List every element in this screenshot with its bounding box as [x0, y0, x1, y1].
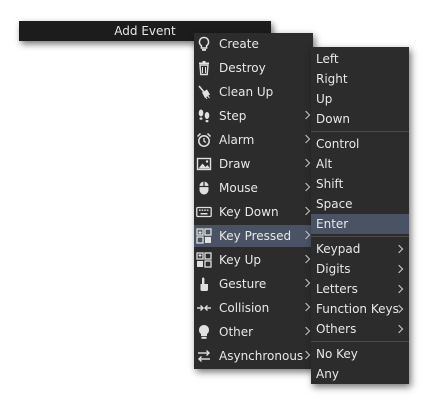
submenu-item-enter[interactable]: Enter [311, 214, 409, 234]
submenu-item-label: Down [316, 112, 351, 126]
submenu-item-label: Right [316, 72, 348, 86]
submenu-item-label: Alt [316, 157, 333, 171]
menu-item-label: Draw [219, 157, 251, 171]
menu-item-other[interactable]: Other [194, 321, 313, 343]
chevron-right-icon [301, 326, 311, 336]
swap-arrows-icon [196, 348, 212, 364]
menu-item-step[interactable]: Step [194, 105, 313, 127]
menu-item-label: Other [219, 325, 254, 339]
chevron-right-icon [301, 182, 311, 192]
chevron-right-icon [394, 284, 404, 294]
menu-item-gesture[interactable]: Gesture [194, 273, 313, 295]
footsteps-icon [196, 108, 212, 124]
bulb-outline-icon [196, 36, 212, 52]
submenu-item-label: No Key [316, 347, 358, 361]
menu-item-destroy[interactable]: Destroy [194, 57, 313, 79]
key-up-icon [196, 252, 212, 268]
key-pressed-submenu: Left Right Up Down Control Alt Shift Space Enter… [311, 47, 409, 384]
menu-item-label: Key Down [219, 205, 279, 219]
chevron-right-icon [394, 244, 404, 254]
submenu-item-shift[interactable]: Shift [311, 174, 409, 194]
menu-item-mouse[interactable]: Mouse [194, 177, 313, 199]
submenu-item-no-key[interactable]: No Key [311, 344, 409, 364]
menu-item-label: Asynchronous [219, 349, 304, 363]
submenu-item-keypad[interactable]: Keypad [311, 239, 409, 259]
chevron-right-icon [301, 110, 311, 120]
menu-item-label: Destroy [219, 61, 266, 75]
alarm-clock-icon [196, 132, 212, 148]
chevron-right-icon [394, 324, 404, 334]
menu-item-label: Alarm [219, 133, 255, 147]
chevron-right-icon [301, 230, 311, 240]
menu-item-draw[interactable]: Draw [194, 153, 313, 175]
submenu-item-label: Function Keys [316, 302, 399, 316]
submenu-item-any[interactable]: Any [311, 364, 409, 384]
submenu-item-label: Letters [316, 282, 358, 296]
event-type-menu: Create Destroy Clean Up Step Alarm Draw Mouse K… [194, 33, 313, 369]
menu-separator [311, 131, 409, 132]
menu-item-label: Collision [219, 301, 270, 315]
submenu-item-control[interactable]: Control [311, 134, 409, 154]
submenu-item-label: Up [316, 92, 333, 106]
chevron-right-icon [301, 158, 311, 168]
menu-item-asynchronous[interactable]: Asynchronous [194, 345, 313, 367]
chevron-right-icon [301, 254, 311, 264]
submenu-item-up[interactable]: Up [311, 89, 409, 109]
menu-item-create[interactable]: Create [194, 33, 313, 55]
trash-icon [196, 60, 212, 76]
keyboard-icon [196, 204, 212, 220]
submenu-item-down[interactable]: Down [311, 109, 409, 129]
menu-item-label: Create [219, 37, 259, 51]
submenu-item-label: Digits [316, 262, 351, 276]
submenu-item-space[interactable]: Space [311, 194, 409, 214]
menu-item-label: Gesture [219, 277, 267, 291]
submenu-item-left[interactable]: Left [311, 49, 409, 69]
submenu-item-label: Control [316, 137, 360, 151]
menu-item-clean-up[interactable]: Clean Up [194, 81, 313, 103]
collision-arrows-icon [196, 300, 212, 316]
menu-item-label: Mouse [219, 181, 258, 195]
submenu-item-label: Left [316, 52, 339, 66]
chevron-right-icon [301, 206, 311, 216]
key-pressed-icon [196, 228, 212, 244]
submenu-item-others[interactable]: Others [311, 319, 409, 339]
submenu-item-alt[interactable]: Alt [311, 154, 409, 174]
submenu-item-letters[interactable]: Letters [311, 279, 409, 299]
submenu-item-right[interactable]: Right [311, 69, 409, 89]
menu-item-label: Step [219, 109, 247, 123]
submenu-item-label: Shift [316, 177, 344, 191]
menu-item-label: Key Up [219, 253, 261, 267]
menu-separator [311, 341, 409, 342]
chevron-right-icon [301, 134, 311, 144]
menu-item-label: Key Pressed [219, 229, 292, 243]
menu-item-key-pressed[interactable]: Key Pressed [194, 225, 313, 247]
broom-icon [196, 84, 212, 100]
mouse-icon [196, 180, 212, 196]
menu-item-collision[interactable]: Collision [194, 297, 313, 319]
menu-item-key-up[interactable]: Key Up [194, 249, 313, 271]
image-icon [196, 156, 212, 172]
bulb-filled-icon [196, 324, 212, 340]
chevron-right-icon [394, 264, 404, 274]
submenu-item-digits[interactable]: Digits [311, 259, 409, 279]
menu-item-key-down[interactable]: Key Down [194, 201, 313, 223]
submenu-item-label: Enter [316, 217, 349, 231]
submenu-item-function-keys[interactable]: Function Keys [311, 299, 409, 319]
menu-item-label: Clean Up [219, 85, 274, 99]
submenu-item-label: Any [316, 367, 339, 381]
chevron-right-icon [301, 278, 311, 288]
chevron-right-icon [301, 302, 311, 312]
submenu-item-label: Others [316, 322, 357, 336]
add-event-title: Add Event [114, 24, 176, 38]
submenu-item-label: Space [316, 197, 353, 211]
menu-item-alarm[interactable]: Alarm [194, 129, 313, 151]
menu-separator [311, 236, 409, 237]
submenu-item-label: Keypad [316, 242, 361, 256]
hand-pointer-icon [196, 276, 212, 292]
